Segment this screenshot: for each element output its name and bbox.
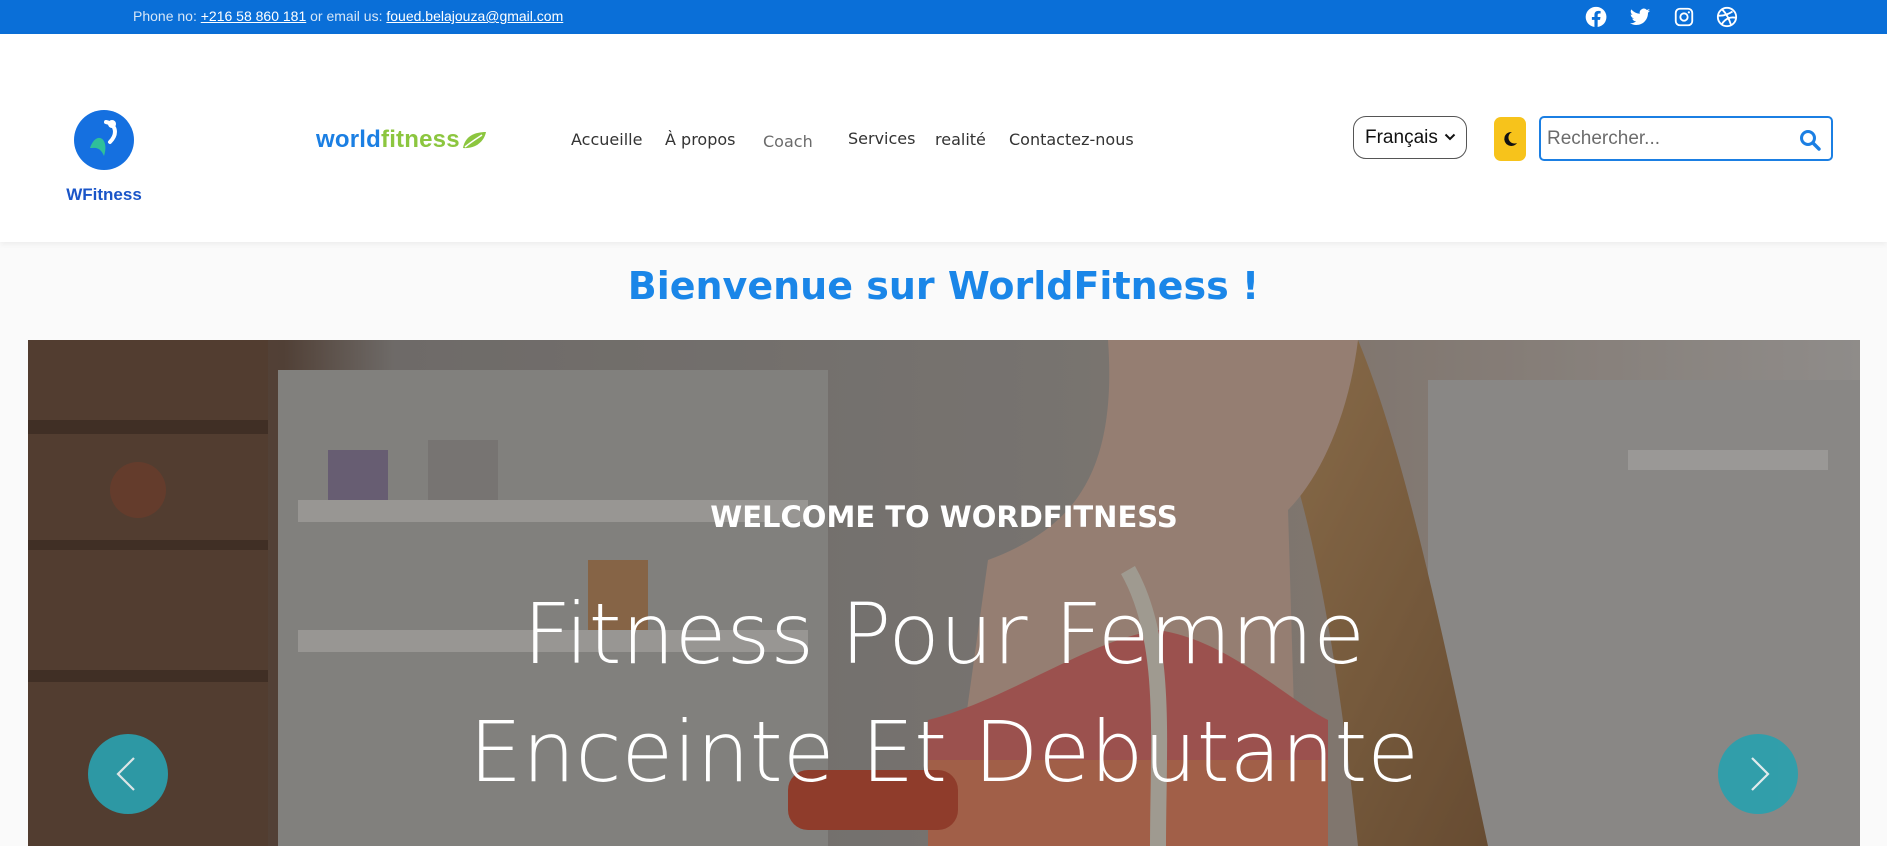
chevron-left-icon bbox=[116, 757, 135, 791]
chevron-down-icon bbox=[1444, 133, 1456, 141]
nav-services[interactable]: Services bbox=[848, 129, 915, 148]
facebook-icon[interactable] bbox=[1583, 4, 1609, 30]
twitter-icon[interactable] bbox=[1627, 4, 1653, 30]
logo-text: WFitness bbox=[66, 185, 142, 204]
dark-mode-toggle[interactable] bbox=[1494, 117, 1526, 161]
brand-part-world: world bbox=[316, 126, 381, 153]
carousel-next-button[interactable] bbox=[1718, 734, 1798, 814]
instagram-icon[interactable] bbox=[1671, 4, 1697, 30]
carousel-prev-button[interactable] bbox=[88, 734, 168, 814]
nav-coach[interactable]: Coach bbox=[763, 132, 813, 151]
hero-headline: Fitness Pour Femme Enceinte Et Debutante bbox=[28, 575, 1860, 811]
leaf-icon bbox=[462, 132, 486, 149]
phone-link[interactable]: +216 58 860 181 bbox=[201, 8, 307, 24]
contact-info: Phone no: +216 58 860 181 or email us: f… bbox=[133, 8, 563, 24]
nav-a-propos[interactable]: À propos bbox=[665, 130, 735, 149]
language-selected: Français bbox=[1365, 127, 1438, 148]
email-link[interactable]: foued.belajouza@gmail.com bbox=[386, 8, 563, 24]
nav-realite[interactable]: realité bbox=[935, 130, 986, 149]
nav-accueille[interactable]: Accueille bbox=[571, 130, 642, 149]
welcome-title: Bienvenue sur WorldFitness ! bbox=[627, 264, 1260, 308]
brand-part-fitness: fitness bbox=[381, 126, 460, 153]
phone-label: Phone no: bbox=[133, 8, 197, 24]
chevron-right-icon bbox=[1751, 757, 1770, 791]
brand-name[interactable]: worldfitness bbox=[316, 126, 487, 154]
site-logo[interactable]: WFitness bbox=[64, 100, 144, 212]
nav-contactez-nous[interactable]: Contactez-nous bbox=[1009, 130, 1134, 149]
hero-headline-line2: Enceinte Et Debutante bbox=[469, 703, 1419, 801]
hero-carousel: WELCOME TO WORDFITNESS Fitness Pour Femm… bbox=[28, 340, 1860, 846]
dribbble-icon[interactable] bbox=[1714, 4, 1740, 30]
moon-icon bbox=[1504, 131, 1517, 146]
site-header: WFitness worldfitness Accueille À propos… bbox=[0, 34, 1887, 242]
hero-kicker: WELCOME TO WORDFITNESS bbox=[710, 500, 1178, 534]
top-bar: Phone no: +216 58 860 181 or email us: f… bbox=[0, 0, 1887, 34]
search-icon[interactable] bbox=[1799, 129, 1821, 151]
email-label: or email us: bbox=[310, 8, 383, 24]
hero-headline-line1: Fitness Pour Femme bbox=[523, 585, 1365, 683]
search-input[interactable] bbox=[1547, 124, 1787, 154]
search-box bbox=[1539, 116, 1833, 161]
language-select[interactable]: Français bbox=[1353, 116, 1467, 159]
